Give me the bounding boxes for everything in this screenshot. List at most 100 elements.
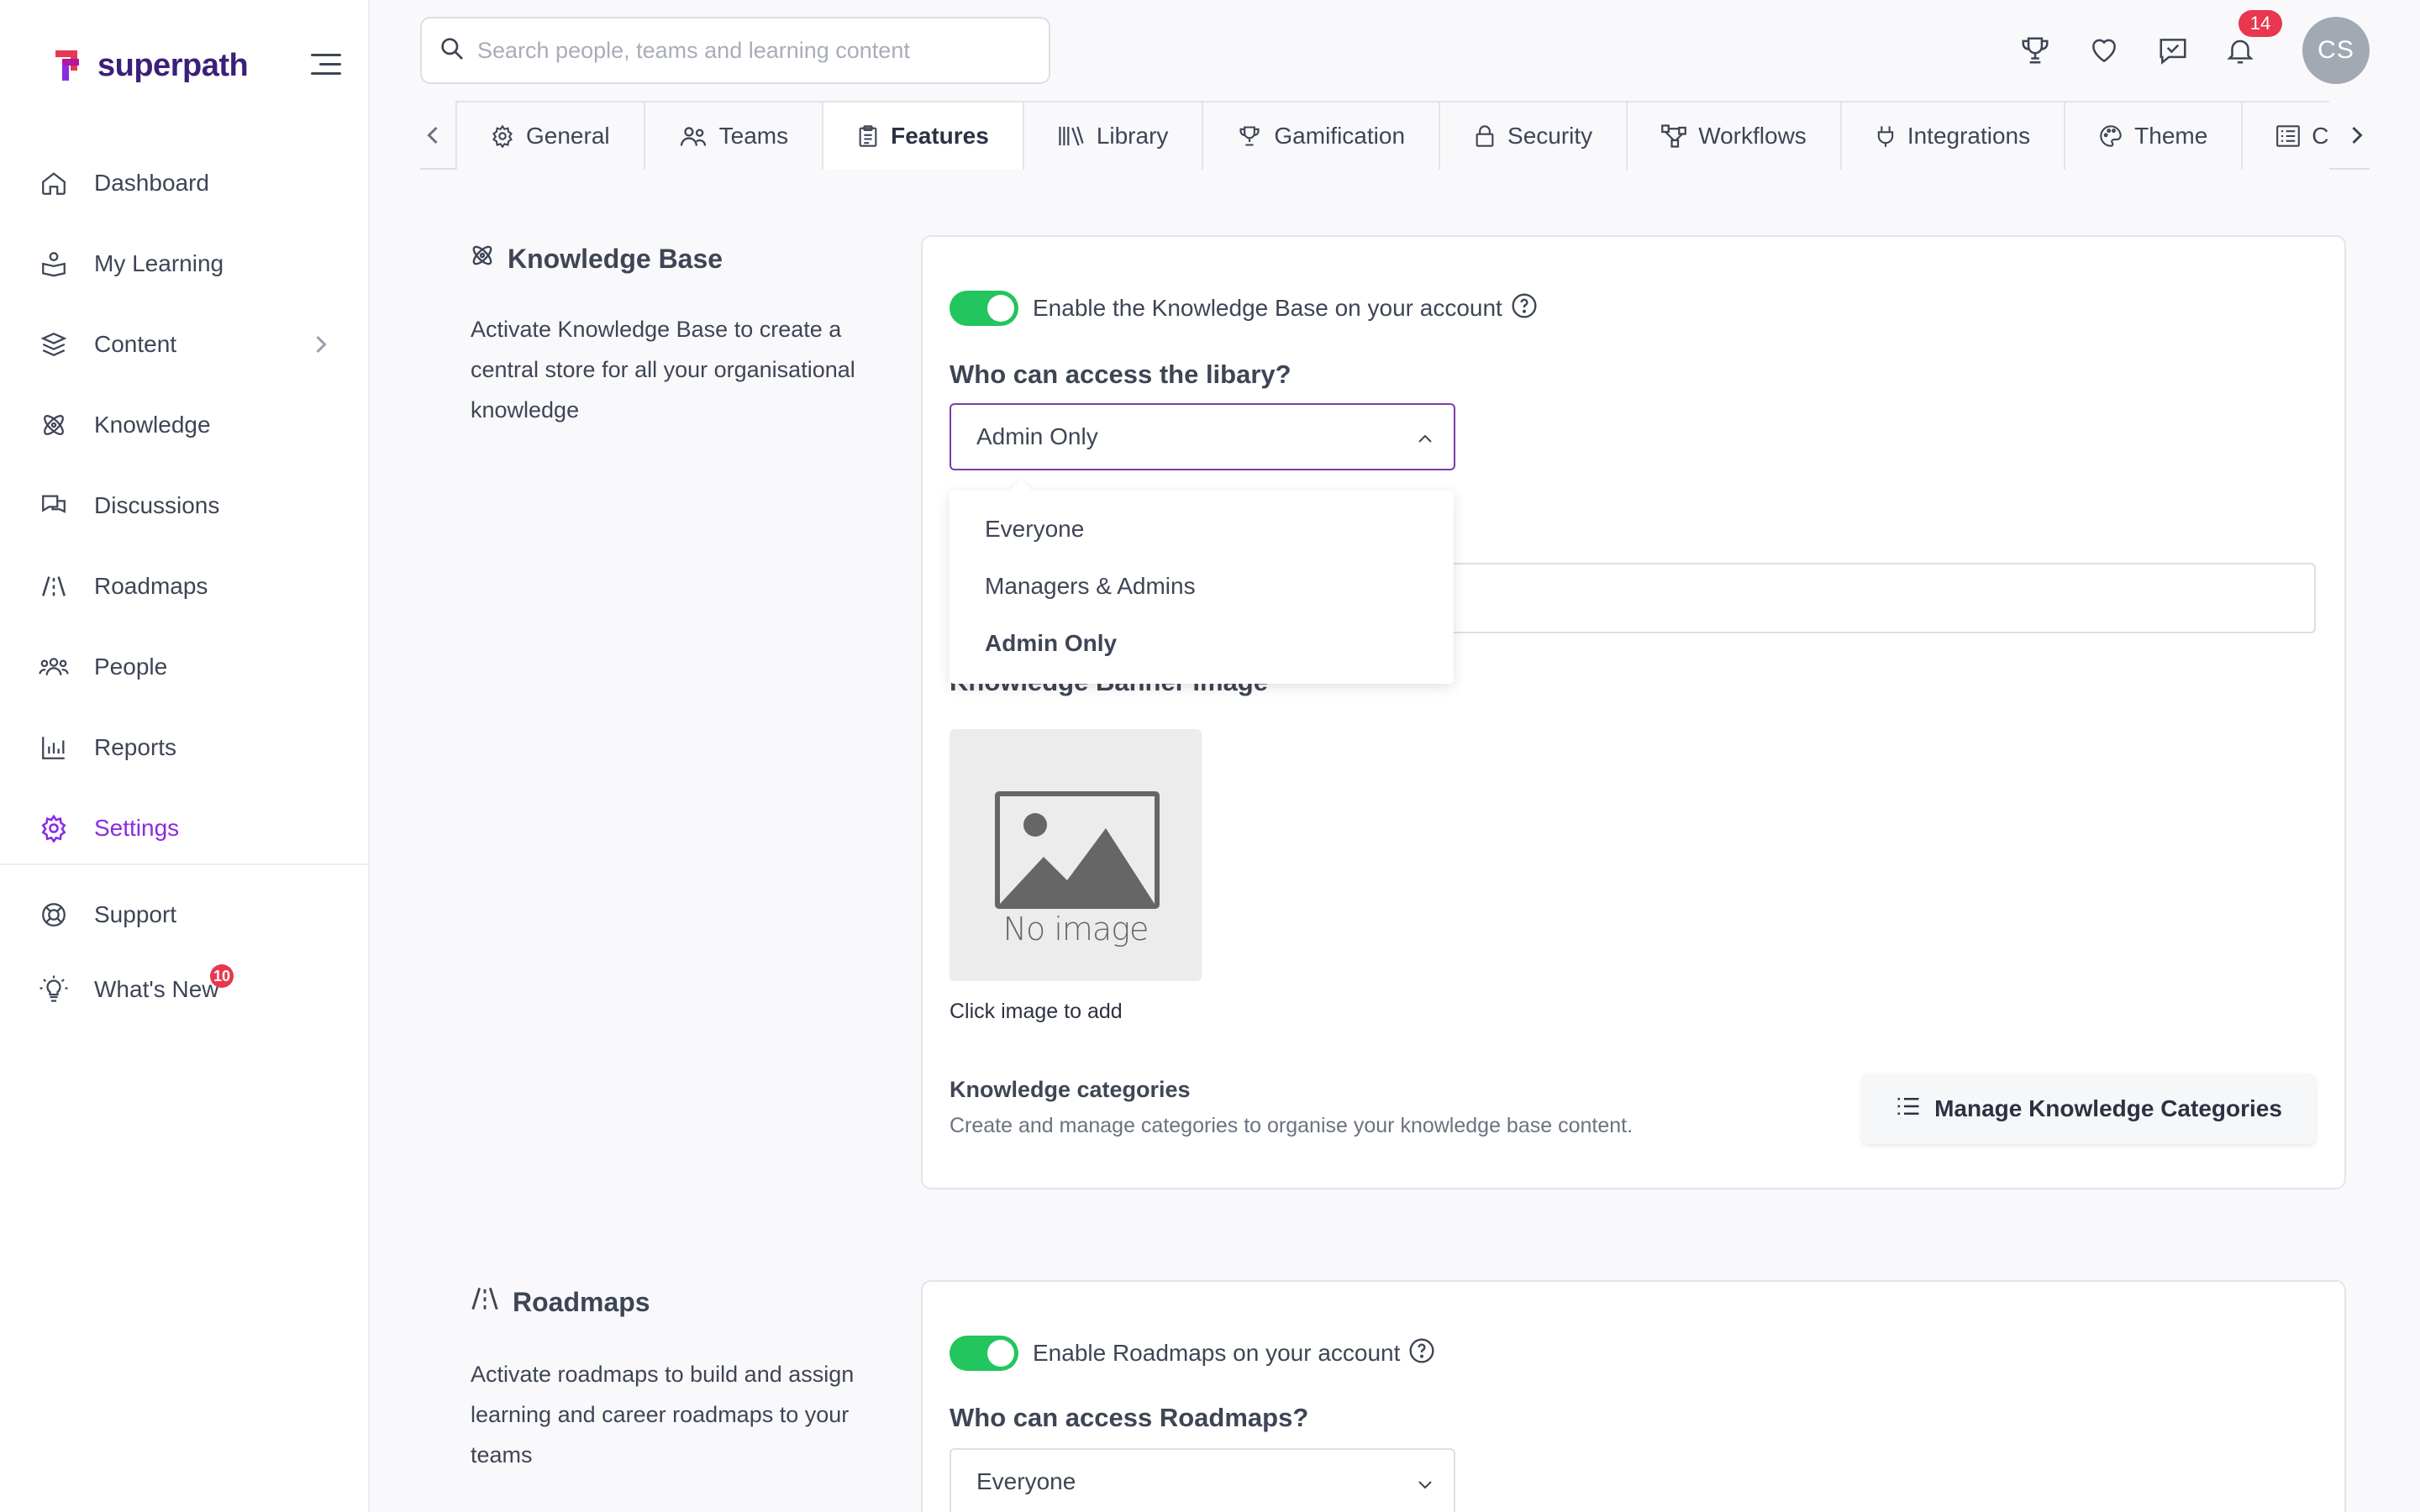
- lightbulb-icon: [37, 973, 71, 1006]
- chevron-up-icon: [1415, 428, 1435, 455]
- roadmaps-toggle-label: Enable Roadmaps on your account: [1033, 1336, 1435, 1371]
- tab-library[interactable]: Library: [1023, 101, 1204, 170]
- tab-label: General: [526, 123, 610, 149]
- lifebuoy-icon: [37, 898, 71, 932]
- option-managers-admins[interactable]: Managers & Admins: [985, 573, 1196, 600]
- tab-label: Cus: [2312, 123, 2329, 149]
- tab-label: Theme: [2134, 123, 2208, 149]
- knowledge-section-title: Knowledge Base: [469, 242, 723, 276]
- roadmaps-enable-toggle[interactable]: [950, 1336, 1018, 1371]
- help-icon[interactable]: [1408, 1337, 1435, 1370]
- image-placeholder-icon: [995, 791, 1160, 909]
- sidebar-item-label: My Learning: [94, 250, 224, 276]
- trophy-icon: [1237, 124, 1262, 148]
- clipboard-icon: [857, 124, 879, 148]
- workflow-icon: [1661, 124, 1687, 148]
- sidebar-item-my-learning[interactable]: My Learning: [0, 223, 370, 304]
- tab-custom[interactable]: Cus: [2243, 101, 2329, 170]
- tab-teams[interactable]: Teams: [644, 101, 824, 170]
- sidebar-item-label: Discussions: [94, 492, 220, 518]
- tab-label: Workflows: [1698, 123, 1807, 149]
- knowledge-categories-title: Knowledge categories: [950, 1077, 1191, 1102]
- atom-icon: [469, 242, 496, 276]
- heart-icon[interactable]: [2086, 32, 2123, 69]
- sidebar-item-label: Knowledge: [94, 412, 211, 438]
- whats-new-badge: 10: [210, 964, 234, 988]
- sidebar-item-support[interactable]: Support: [0, 875, 370, 954]
- knowledge-categories-description: Create and manage categories to organise…: [950, 1114, 1634, 1137]
- roadmaps-access-select[interactable]: Everyone: [950, 1448, 1455, 1512]
- no-image-caption: No image: [1002, 911, 1150, 948]
- chevron-right-icon[interactable]: [2344, 123, 2370, 148]
- logo-text: superpath: [97, 47, 249, 83]
- tab-security[interactable]: Security: [1440, 101, 1628, 170]
- sidebar-item-label: Reports: [94, 734, 177, 760]
- chat-icon: [37, 489, 71, 522]
- click-to-add-text: Click image to add: [950, 1000, 1123, 1023]
- sidebar-item-label: Support: [94, 901, 177, 927]
- knowledge-access-select[interactable]: Admin Only: [950, 403, 1455, 470]
- section-title-text: Knowledge Base: [508, 243, 723, 274]
- banner-image-placeholder[interactable]: No image: [950, 729, 1202, 981]
- sidebar-item-people[interactable]: People: [0, 627, 370, 707]
- home-icon: [37, 166, 71, 200]
- superpath-logo-icon: [55, 50, 79, 81]
- sidebar-item-reports[interactable]: Reports: [0, 707, 370, 788]
- tab-label: Features: [891, 123, 989, 149]
- knowledge-section-description: Activate Knowledge Base to create a cent…: [471, 317, 855, 423]
- sidebar-item-label: Roadmaps: [94, 573, 208, 599]
- knowledge-access-dropdown: Everyone Managers & Admins Admin Only: [950, 491, 1454, 684]
- select-value: Everyone: [976, 1468, 1076, 1494]
- app-logo[interactable]: superpath: [52, 47, 249, 84]
- tab-label: Security: [1507, 123, 1593, 149]
- sidebar-item-settings[interactable]: Settings: [0, 788, 370, 869]
- toggle-label-text: Enable Roadmaps on your account: [1033, 1340, 1401, 1366]
- learning-icon: [37, 247, 71, 281]
- feedback-icon[interactable]: [2154, 32, 2191, 69]
- search-input[interactable]: [477, 37, 1023, 64]
- sidebar-item-dashboard[interactable]: Dashboard: [0, 143, 370, 223]
- knowledge-enable-toggle[interactable]: [950, 291, 1018, 326]
- select-value: Admin Only: [976, 423, 1098, 449]
- tab-features[interactable]: Features: [823, 101, 1024, 170]
- search-icon: [439, 35, 466, 66]
- plug-icon: [1876, 124, 1896, 148]
- bell-icon[interactable]: [2222, 32, 2259, 69]
- chevron-right-icon[interactable]: [313, 334, 329, 359]
- avatar[interactable]: CS: [2302, 17, 2370, 84]
- tab-general[interactable]: General: [455, 101, 645, 170]
- sidebar-item-knowledge[interactable]: Knowledge: [0, 385, 370, 465]
- library-icon: [1058, 124, 1085, 148]
- list-icon: [1896, 1095, 1921, 1123]
- option-everyone[interactable]: Everyone: [985, 516, 1084, 543]
- help-icon[interactable]: [1511, 292, 1538, 325]
- tab-label: Library: [1096, 123, 1169, 149]
- layers-icon: [37, 328, 71, 361]
- sidebar-item-label: People: [94, 654, 168, 680]
- settings-tabs: General Teams Features Library Gamificat…: [420, 101, 2370, 170]
- road-icon: [37, 570, 71, 603]
- option-admin-only[interactable]: Admin Only: [985, 630, 1117, 657]
- bar-chart-icon: [37, 731, 71, 764]
- people-icon: [37, 650, 71, 684]
- sidebar-item-whats-new[interactable]: What's New 10: [0, 954, 370, 1025]
- sidebar-item-discussions[interactable]: Discussions: [0, 465, 370, 546]
- chevron-left-icon[interactable]: [420, 123, 445, 148]
- section-title-text: Roadmaps: [513, 1286, 650, 1317]
- tab-integrations[interactable]: Integrations: [1841, 101, 2066, 170]
- trophy-icon[interactable]: [2017, 32, 2054, 69]
- sidebar-item-roadmaps[interactable]: Roadmaps: [0, 546, 370, 627]
- people-icon: [679, 124, 708, 148]
- sidebar-item-label: Settings: [94, 815, 180, 841]
- road-icon: [469, 1285, 501, 1319]
- manage-knowledge-categories-button[interactable]: Manage Knowledge Categories: [1862, 1074, 2316, 1144]
- tab-workflows[interactable]: Workflows: [1628, 101, 1842, 170]
- gear-icon: [37, 811, 71, 845]
- sidebar-item-content[interactable]: Content: [0, 304, 370, 385]
- tab-theme[interactable]: Theme: [2065, 101, 2244, 170]
- lock-icon: [1474, 124, 1496, 148]
- tab-gamification[interactable]: Gamification: [1203, 101, 1441, 170]
- menu-toggle-icon[interactable]: [311, 54, 341, 79]
- global-search[interactable]: [420, 17, 1050, 84]
- roadmaps-access-label: Who can access Roadmaps?: [950, 1403, 1309, 1432]
